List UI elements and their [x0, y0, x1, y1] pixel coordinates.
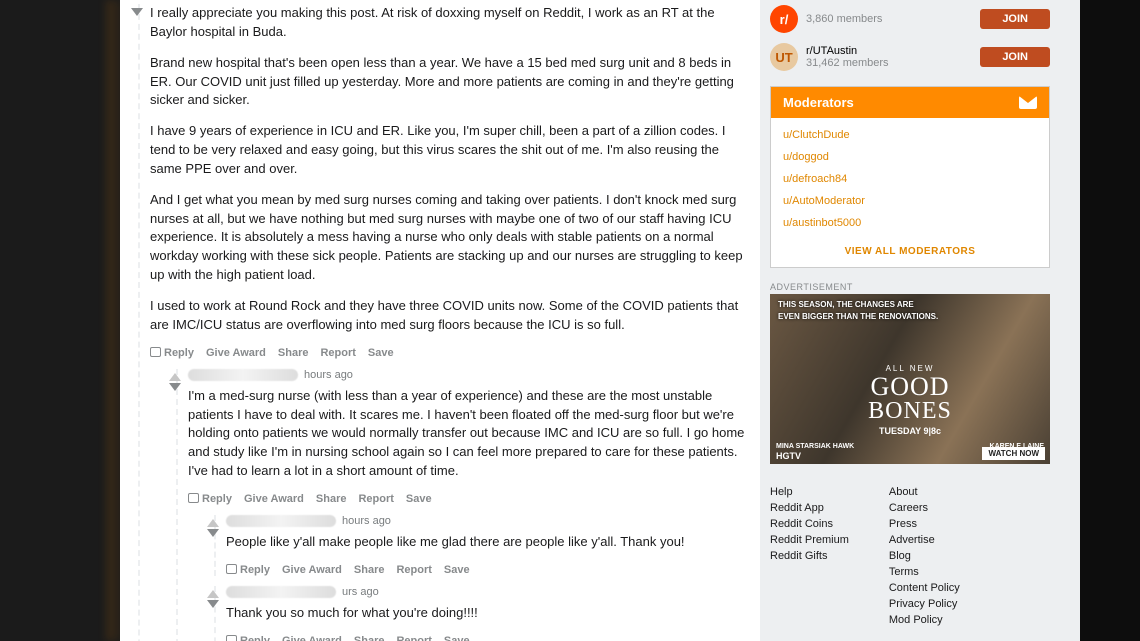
award-button[interactable]: Give Award	[282, 635, 342, 641]
sidebar: r/ 3,860 members JOIN UT r/UTAustin 31,4…	[760, 0, 1060, 641]
footer-link[interactable]: Reddit Gifts	[770, 548, 849, 564]
comment: I really appreciate you making this post…	[130, 4, 750, 641]
moderator-link[interactable]: u/doggod	[783, 146, 1037, 168]
downvote-icon[interactable]	[207, 529, 219, 537]
award-button[interactable]: Give Award	[244, 493, 304, 505]
share-button[interactable]: Share	[278, 347, 309, 359]
footer-link[interactable]: Terms	[889, 564, 960, 580]
comment: hours ago People like y'all make people …	[206, 515, 750, 576]
comment-body: I really appreciate you making this post…	[150, 4, 750, 335]
reply-button[interactable]: Reply	[226, 564, 270, 576]
community-row: UT r/UTAustin 31,462 members JOIN	[770, 38, 1050, 76]
save-button[interactable]: Save	[444, 635, 470, 641]
footer-link[interactable]: Content Policy	[889, 580, 960, 596]
comment: hours ago I'm a med-surg nurse (with les…	[168, 369, 750, 641]
username-redacted	[226, 586, 336, 598]
footer-link[interactable]: Press	[889, 516, 960, 532]
save-button[interactable]: Save	[444, 564, 470, 576]
save-button[interactable]: Save	[368, 347, 394, 359]
card-title: Moderators	[783, 95, 854, 110]
member-count: 3,860 members	[806, 13, 882, 25]
comment-time: hours ago	[342, 515, 391, 527]
username-redacted	[226, 515, 336, 527]
share-button[interactable]: Share	[316, 493, 347, 505]
downvote-icon[interactable]	[131, 8, 143, 16]
footer-link[interactable]: About	[889, 484, 960, 500]
footer-link[interactable]: Advertise	[889, 532, 960, 548]
reply-button[interactable]: Reply	[226, 635, 270, 641]
downvote-icon[interactable]	[207, 600, 219, 608]
view-all-moderators[interactable]: VIEW ALL MODERATORS	[771, 236, 1049, 267]
comment-time: urs ago	[342, 586, 379, 598]
watch-now-button[interactable]: WATCH NOW	[982, 447, 1045, 460]
share-button[interactable]: Share	[354, 635, 385, 641]
subreddit-icon: UT	[770, 43, 798, 71]
subreddit-icon: r/	[770, 5, 798, 33]
member-count: 31,462 members	[806, 57, 889, 69]
speech-icon	[150, 347, 161, 357]
report-button[interactable]: Report	[396, 564, 431, 576]
join-button[interactable]: JOIN	[980, 47, 1050, 67]
award-button[interactable]: Give Award	[282, 564, 342, 576]
footer-link[interactable]: Reddit App	[770, 500, 849, 516]
advertisement[interactable]: THIS SEASON, THE CHANGES ARE EVEN BIGGER…	[770, 294, 1050, 464]
reply-button[interactable]: Reply	[150, 347, 194, 359]
moderator-link[interactable]: u/AutoModerator	[783, 190, 1037, 212]
footer-link[interactable]: Help	[770, 484, 849, 500]
footer-link[interactable]: Reddit Coins	[770, 516, 849, 532]
downvote-icon[interactable]	[169, 383, 181, 391]
comments-panel: I really appreciate you making this post…	[120, 0, 760, 641]
username-redacted	[188, 369, 298, 381]
award-button[interactable]: Give Award	[206, 347, 266, 359]
moderators-card: Moderators u/ClutchDude u/doggod u/defro…	[770, 86, 1050, 268]
comment-time: hours ago	[304, 369, 353, 381]
moderator-link[interactable]: u/ClutchDude	[783, 124, 1037, 146]
reply-button[interactable]: Reply	[188, 493, 232, 505]
upvote-icon[interactable]	[169, 373, 181, 381]
footer-links: Help Reddit App Reddit Coins Reddit Prem…	[770, 484, 1050, 628]
community-row: r/ 3,860 members JOIN	[770, 0, 1050, 38]
upvote-icon[interactable]	[207, 519, 219, 527]
comment: urs ago Thank you so much for what you'r…	[206, 586, 750, 641]
upvote-icon[interactable]	[207, 590, 219, 598]
share-button[interactable]: Share	[354, 564, 385, 576]
footer-link[interactable]: Mod Policy	[889, 612, 960, 628]
footer-link[interactable]: Careers	[889, 500, 960, 516]
moderator-link[interactable]: u/defroach84	[783, 168, 1037, 190]
report-button[interactable]: Report	[358, 493, 393, 505]
report-button[interactable]: Report	[396, 635, 431, 641]
join-button[interactable]: JOIN	[980, 9, 1050, 29]
moderator-link[interactable]: u/austinbot5000	[783, 212, 1037, 234]
save-button[interactable]: Save	[406, 493, 432, 505]
hgtv-logo: HGTV	[776, 451, 801, 461]
footer-link[interactable]: Blog	[889, 548, 960, 564]
footer-link[interactable]: Reddit Premium	[770, 532, 849, 548]
footer-link[interactable]: Privacy Policy	[889, 596, 960, 612]
subreddit-name[interactable]: r/UTAustin	[806, 45, 889, 57]
message-icon[interactable]	[1019, 96, 1037, 109]
ad-label: ADVERTISEMENT	[770, 282, 1050, 292]
app-frame: I really appreciate you making this post…	[120, 0, 1080, 641]
comment-actions: Reply Give Award Share Report Save	[150, 347, 750, 359]
report-button[interactable]: Report	[320, 347, 355, 359]
